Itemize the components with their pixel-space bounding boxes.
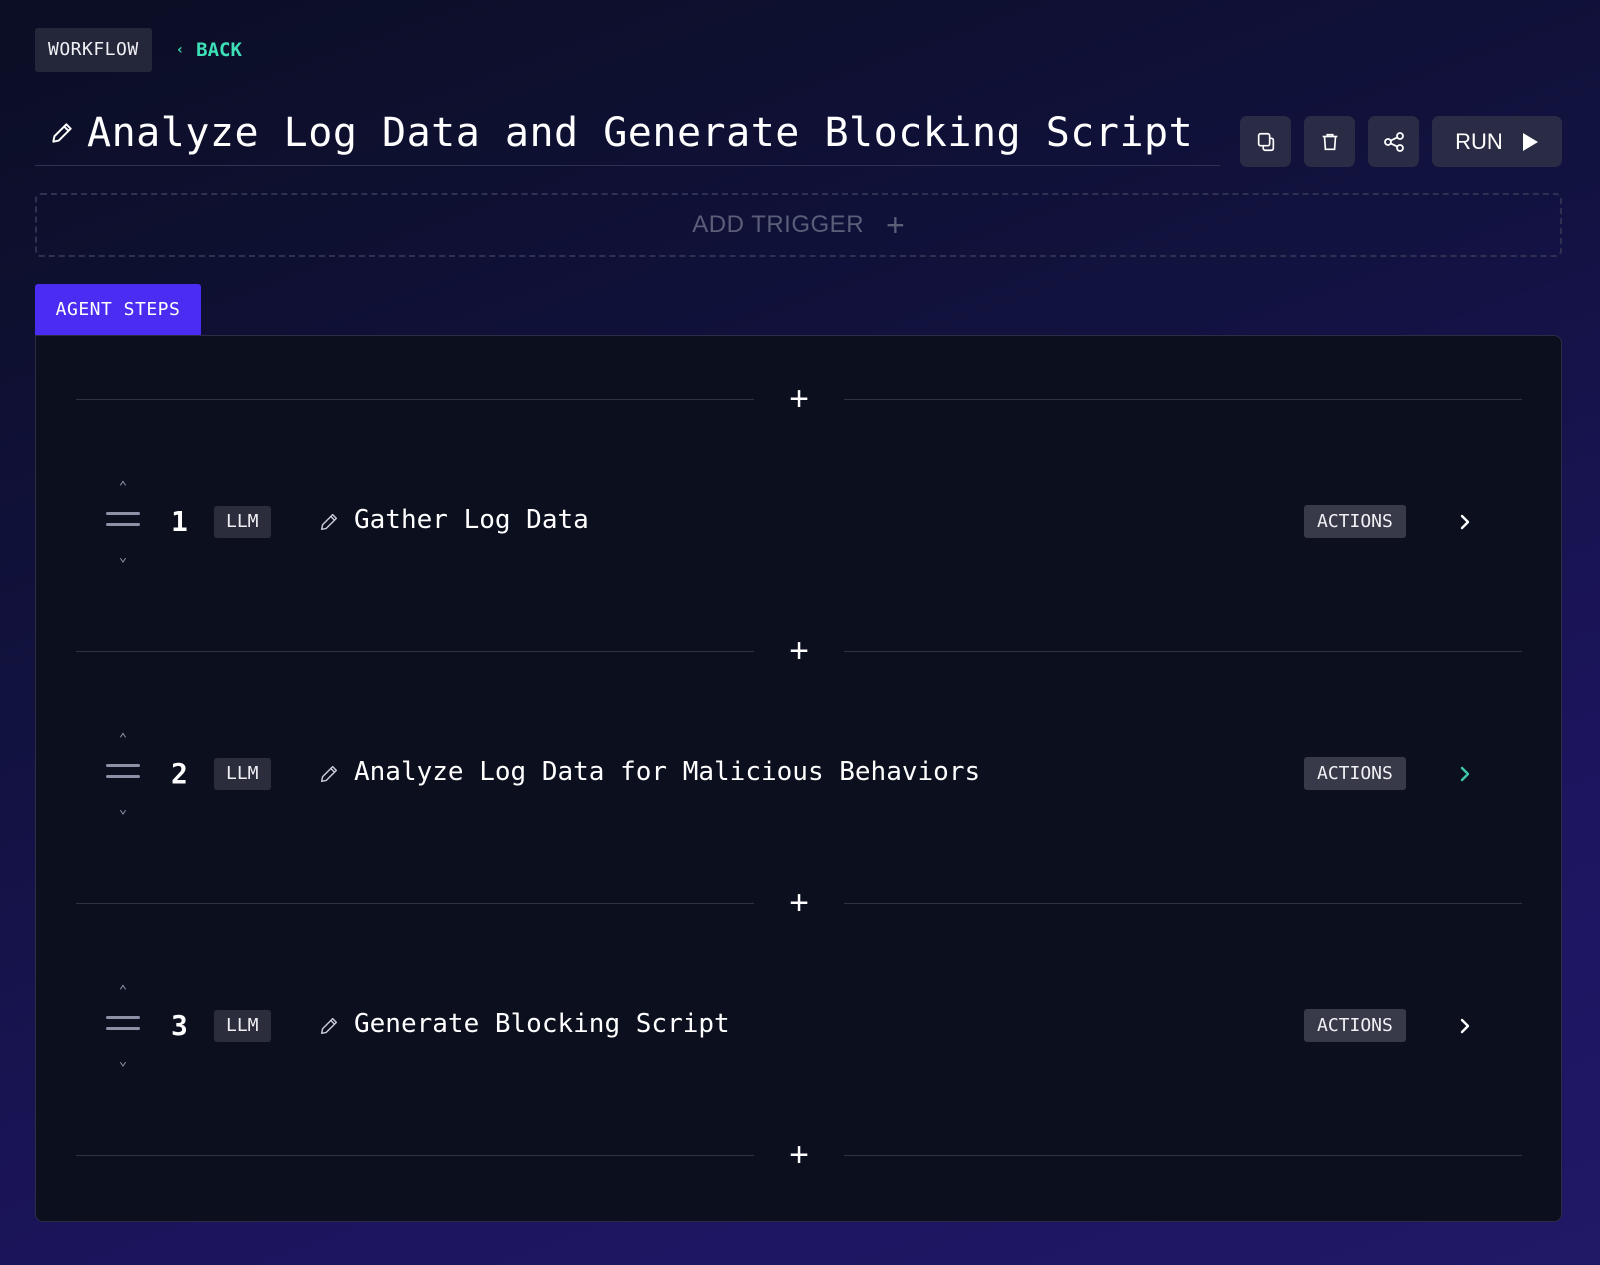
chevron-right-icon[interactable] <box>1454 509 1476 535</box>
pencil-icon[interactable] <box>318 1015 340 1037</box>
run-label: RUN <box>1455 128 1503 154</box>
reorder-controls: ⌃ ⌄ <box>106 467 140 577</box>
share-icon <box>1383 131 1404 152</box>
divider-line <box>844 1155 1522 1156</box>
step-row[interactable]: ⌃ ⌄ 3 LLM Generate Blocking Script ACTIO… <box>36 971 1561 1081</box>
step-type-badge: LLM <box>214 758 271 790</box>
toolbar: RUN <box>1240 116 1562 167</box>
share-button[interactable] <box>1368 116 1419 167</box>
duplicate-button[interactable] <box>1240 116 1291 167</box>
step-type-badge: LLM <box>214 506 271 538</box>
move-down-button[interactable]: ⌄ <box>106 549 140 565</box>
step-number: 2 <box>171 757 188 790</box>
move-down-button[interactable]: ⌄ <box>106 1053 140 1069</box>
move-up-button[interactable]: ⌃ <box>106 479 140 495</box>
plus-icon: + <box>886 207 905 243</box>
step-divider: + <box>76 634 1522 668</box>
back-link[interactable]: ‹ BACK <box>176 39 242 61</box>
pencil-icon[interactable] <box>318 511 340 533</box>
tab-agent-steps[interactable]: AGENT STEPS <box>35 284 201 335</box>
workflow-badge: WORKFLOW <box>35 28 152 72</box>
play-icon <box>1522 132 1538 151</box>
actions-button[interactable]: ACTIONS <box>1304 505 1406 538</box>
pencil-icon[interactable] <box>318 763 340 785</box>
divider-line <box>844 903 1522 904</box>
step-divider: + <box>76 886 1522 920</box>
workflow-title-row[interactable]: Analyze Log Data and Generate Blocking S… <box>35 100 1220 166</box>
chevron-right-icon[interactable] <box>1454 1013 1476 1039</box>
drag-handle-icon[interactable] <box>106 1013 140 1033</box>
divider-line <box>76 903 754 904</box>
add-trigger-label: ADD TRIGGER <box>692 211 865 238</box>
step-row[interactable]: ⌃ ⌄ 2 LLM Analyze Log Data for Malicious… <box>36 719 1561 829</box>
divider-line <box>844 399 1522 400</box>
step-number: 3 <box>171 1009 188 1042</box>
actions-button[interactable]: ACTIONS <box>1304 1009 1406 1042</box>
move-up-button[interactable]: ⌃ <box>106 983 140 999</box>
reorder-controls: ⌃ ⌄ <box>106 719 140 829</box>
reorder-controls: ⌃ ⌄ <box>106 971 140 1081</box>
back-label: BACK <box>196 39 242 61</box>
step-divider: + <box>76 382 1522 416</box>
chevron-right-icon[interactable] <box>1454 761 1476 787</box>
delete-button[interactable] <box>1304 116 1355 167</box>
divider-line <box>844 651 1522 652</box>
run-button[interactable]: RUN <box>1432 116 1562 167</box>
step-title: Gather Log Data <box>354 505 589 535</box>
page-title: Analyze Log Data and Generate Blocking S… <box>87 109 1194 156</box>
trash-icon <box>1322 133 1337 150</box>
add-step-button[interactable]: + <box>784 886 814 920</box>
agent-steps-panel: + ⌃ ⌄ 1 LLM Gather Log Data ACTIONS + ⌃ <box>35 335 1562 1222</box>
move-up-button[interactable]: ⌃ <box>106 731 140 747</box>
step-divider: + <box>76 1138 1522 1172</box>
drag-handle-icon[interactable] <box>106 761 140 781</box>
duplicate-icon <box>1257 132 1274 151</box>
step-title: Generate Blocking Script <box>354 1009 730 1039</box>
add-trigger-button[interactable]: ADD TRIGGER + <box>35 193 1562 257</box>
divider-line <box>76 399 754 400</box>
top-bar: WORKFLOW ‹ BACK <box>35 28 242 72</box>
step-type-badge: LLM <box>214 1010 271 1042</box>
actions-button[interactable]: ACTIONS <box>1304 757 1406 790</box>
divider-line <box>76 1155 754 1156</box>
step-number: 1 <box>171 505 188 538</box>
step-title: Analyze Log Data for Malicious Behaviors <box>354 757 981 787</box>
move-down-button[interactable]: ⌄ <box>106 801 140 817</box>
pencil-icon[interactable] <box>49 120 75 146</box>
add-step-button[interactable]: + <box>784 634 814 668</box>
chevron-left-icon: ‹ <box>175 42 185 58</box>
divider-line <box>76 651 754 652</box>
step-row[interactable]: ⌃ ⌄ 1 LLM Gather Log Data ACTIONS <box>36 467 1561 577</box>
add-step-button[interactable]: + <box>784 382 814 416</box>
add-step-button[interactable]: + <box>784 1138 814 1172</box>
drag-handle-icon[interactable] <box>106 509 140 529</box>
